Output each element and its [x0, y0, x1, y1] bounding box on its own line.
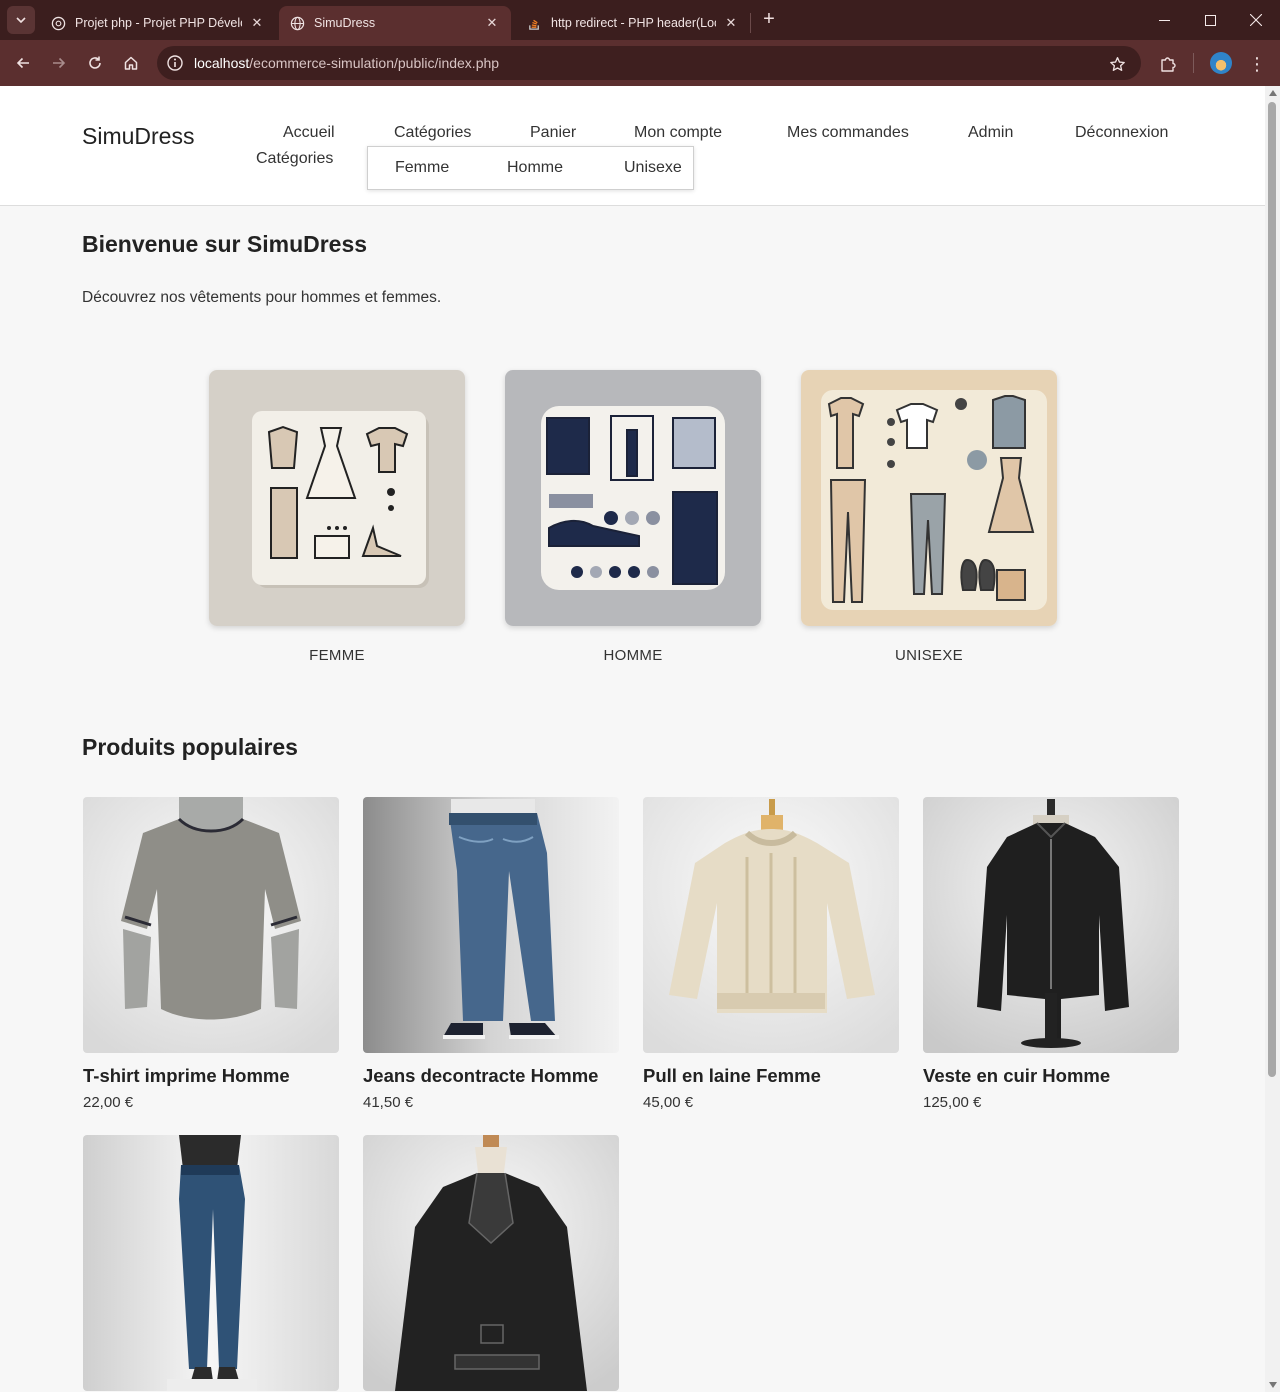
minimize-icon	[1158, 19, 1170, 21]
home-icon	[124, 56, 138, 70]
product-card[interactable]: Veste en cuir Homme 125,00 €	[923, 797, 1179, 1111]
product-card[interactable]: T-shirt imprime Homme 22,00 €	[83, 797, 339, 1111]
nav-categories[interactable]: Catégories	[394, 124, 471, 142]
site-header: SimuDress Accueil Catégories Panier Mon …	[0, 86, 1265, 206]
tab-separator	[750, 13, 751, 33]
popular-products-title: Produits populaires	[82, 734, 298, 760]
reload-button[interactable]	[81, 49, 109, 77]
product-image-veste-femme[interactable]	[363, 1135, 619, 1391]
bookmark-button[interactable]	[1104, 51, 1130, 77]
tab-title: Projet php - Projet PHP Dévelop	[75, 16, 242, 30]
arrow-left-icon	[16, 57, 29, 69]
product-image-tshirt[interactable]	[83, 797, 339, 1053]
maximize-icon	[1204, 14, 1216, 26]
site-logo[interactable]: SimuDress	[82, 123, 194, 150]
close-icon[interactable]: ✕	[722, 14, 740, 32]
product-image-jeans[interactable]	[363, 797, 619, 1053]
category-label-unisexe[interactable]: UNISEXE	[801, 647, 1057, 664]
kebab-icon: ⋮	[1248, 53, 1266, 74]
url-text[interactable]: localhost/ecommerce-simulation/public/in…	[194, 55, 499, 71]
extensions-button[interactable]	[1155, 51, 1181, 77]
product-image-jeans-femme[interactable]	[83, 1135, 339, 1391]
product-price: 125,00 €	[923, 1094, 982, 1111]
product-card[interactable]: Jeans decontracte Homme 41,50 €	[363, 797, 619, 1111]
home-button[interactable]	[117, 49, 145, 77]
tab-search-button[interactable]	[7, 6, 35, 34]
menu-button[interactable]: ⋮	[1246, 51, 1268, 77]
dropdown-item-femme[interactable]: Femme	[395, 159, 449, 177]
profile-avatar[interactable]	[1210, 52, 1232, 74]
product-image-pull[interactable]	[643, 797, 899, 1053]
product-price: 22,00 €	[83, 1094, 134, 1111]
product-price: 45,00 €	[643, 1094, 694, 1111]
tab-projet-php[interactable]: Projet php - Projet PHP Dévelop ✕	[40, 6, 276, 40]
product-card[interactable]	[363, 1135, 619, 1392]
tab-title: SimuDress	[314, 16, 376, 30]
star-icon	[1109, 56, 1125, 71]
page-scrollbar[interactable]	[1265, 86, 1280, 1392]
dropdown-item-homme[interactable]: Homme	[507, 159, 563, 177]
info-icon[interactable]	[166, 54, 184, 72]
close-icon[interactable]: ✕	[248, 14, 266, 32]
chatgpt-icon	[50, 15, 66, 31]
new-tab-button[interactable]: +	[758, 9, 780, 31]
welcome-title: Bienvenue sur SimuDress	[82, 231, 368, 257]
product-name[interactable]: Jeans decontracte Homme	[363, 1065, 619, 1087]
category-card-homme[interactable]	[505, 370, 761, 626]
category-unisexe-image	[801, 370, 1057, 626]
nav-admin[interactable]: Admin	[968, 124, 1013, 142]
minimize-button[interactable]	[1141, 0, 1187, 40]
toolbar-separator	[1193, 53, 1194, 73]
product-price: 41,50 €	[363, 1094, 414, 1111]
maximize-button[interactable]	[1187, 0, 1233, 40]
close-icon	[1250, 14, 1262, 26]
forward-button[interactable]	[45, 49, 73, 77]
url-host: localhost	[194, 55, 250, 71]
scroll-down-arrow-icon[interactable]	[1269, 1382, 1277, 1388]
dropdown-item-unisexe[interactable]: Unisexe	[624, 159, 682, 177]
welcome-text: Découvrez nos vêtements pour hommes et f…	[82, 289, 442, 306]
nav-panier[interactable]: Panier	[530, 124, 576, 142]
url-path: /ecommerce-simulation/public/index.php	[249, 55, 500, 71]
arrow-right-icon	[53, 57, 66, 69]
category-card-femme[interactable]	[209, 370, 465, 626]
scroll-up-arrow-icon[interactable]	[1269, 90, 1277, 96]
product-card[interactable]: Pull en laine Femme 45,00 €	[643, 797, 899, 1111]
categories-dropdown: Femme Homme Unisexe	[367, 146, 694, 190]
back-button[interactable]	[9, 49, 37, 77]
page-viewport: SimuDress Accueil Catégories Panier Mon …	[0, 86, 1280, 1392]
scroll-thumb[interactable]	[1268, 102, 1276, 1077]
nav-mon-compte[interactable]: Mon compte	[634, 124, 722, 142]
window-close-button[interactable]	[1233, 0, 1279, 40]
globe-icon	[289, 15, 305, 31]
stackoverflow-icon	[526, 15, 542, 31]
product-name[interactable]: Veste en cuir Homme	[923, 1065, 1179, 1087]
tab-strip: Projet php - Projet PHP Dévelop ✕ SimuDr…	[0, 0, 1280, 40]
nav-accueil[interactable]: Accueil	[283, 124, 335, 142]
category-label-femme[interactable]: FEMME	[209, 647, 465, 664]
product-name[interactable]: T-shirt imprime Homme	[83, 1065, 339, 1087]
product-name[interactable]: Pull en laine Femme	[643, 1065, 899, 1087]
reload-icon	[89, 56, 101, 69]
category-femme-image	[209, 370, 465, 626]
category-card-unisexe[interactable]	[801, 370, 1057, 626]
tab-stackoverflow[interactable]: http redirect - PHP header(Loca ✕	[516, 6, 750, 40]
tab-simudress[interactable]: SimuDress ✕	[279, 6, 511, 40]
product-image-veste-homme[interactable]	[923, 797, 1179, 1053]
nav-mes-commandes[interactable]: Mes commandes	[787, 124, 909, 142]
puzzle-icon	[1161, 57, 1176, 72]
nav-categories-secondary[interactable]: Catégories	[256, 150, 333, 168]
tab-title: http redirect - PHP header(Loca	[551, 16, 716, 30]
chevron-down-icon	[16, 17, 26, 23]
category-label-homme[interactable]: HOMME	[505, 647, 761, 664]
nav-deconnexion[interactable]: Déconnexion	[1075, 124, 1168, 142]
close-icon[interactable]: ✕	[483, 14, 501, 32]
category-homme-image	[505, 370, 761, 626]
product-card[interactable]	[83, 1135, 339, 1392]
